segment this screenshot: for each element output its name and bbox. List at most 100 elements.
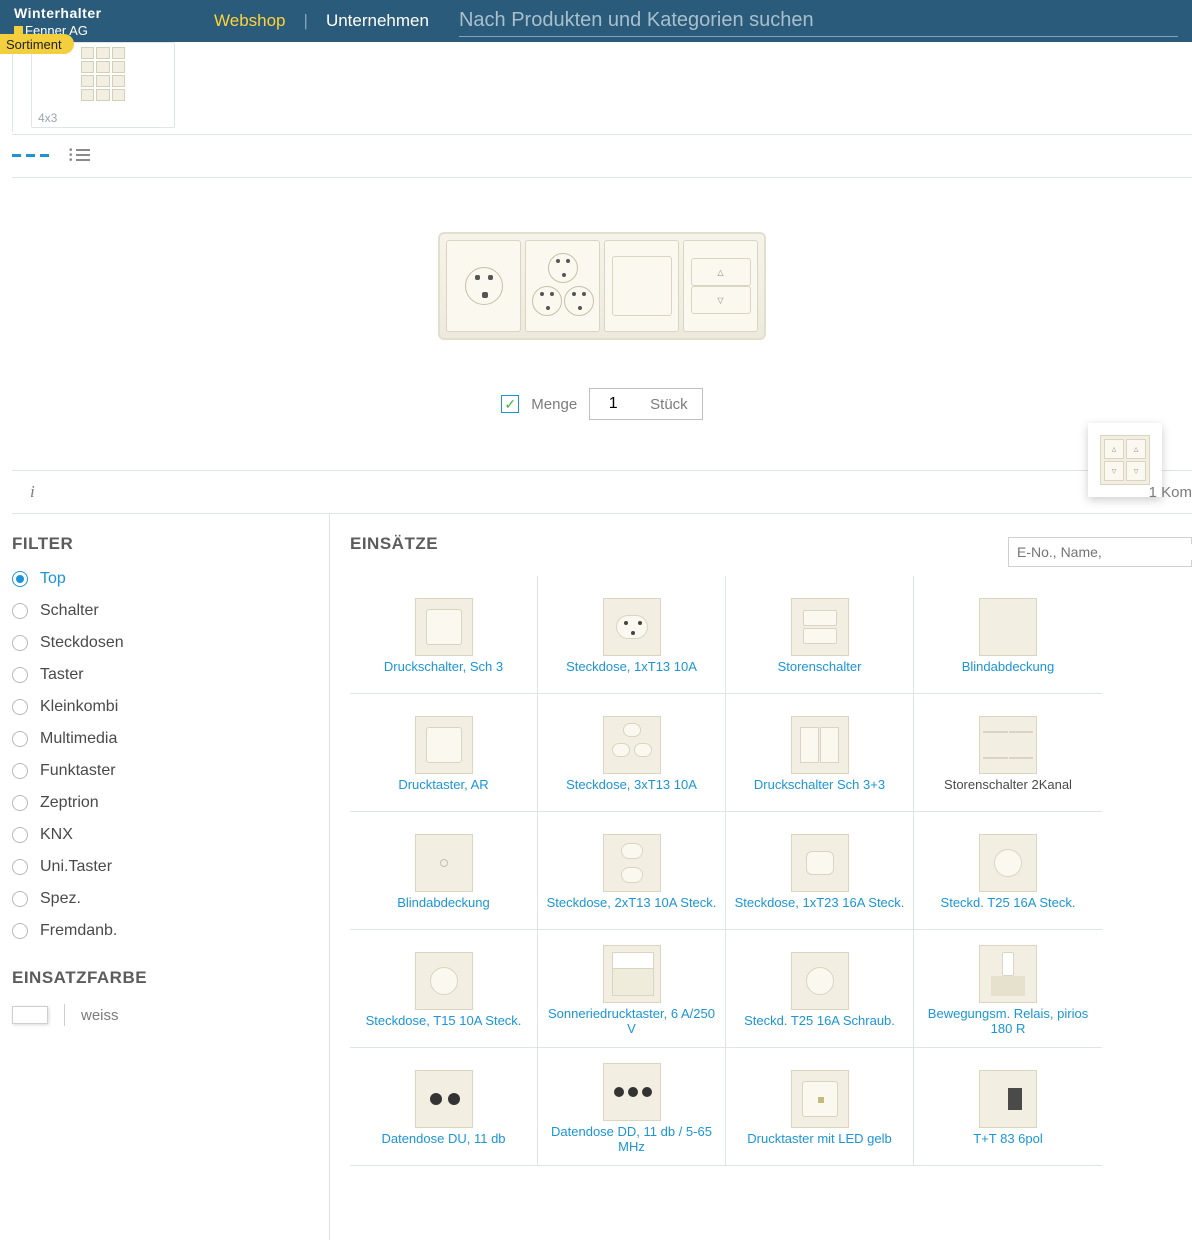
combination-preview: △▽ <box>12 186 1192 386</box>
filter-item-fremdanb-[interactable]: Fremdanb. <box>12 922 307 940</box>
slot-2[interactable] <box>525 240 600 332</box>
swatch-separator <box>64 1004 65 1026</box>
menge-bar: ✓ Menge Stück <box>12 386 1192 422</box>
filter-item-label: Taster <box>40 666 84 684</box>
filter-item-label: Schalter <box>40 602 99 620</box>
filter-options: Top Schalter Steckdosen Taster Kleinkombi Mul… <box>12 570 307 940</box>
einsatz-cell[interactable]: Blindabdeckung <box>914 576 1102 694</box>
filter-item-spez-[interactable]: Spez. <box>12 890 307 908</box>
frame-grid-icon <box>81 47 125 101</box>
einsatz-label: T+T 83 6pol <box>973 1132 1043 1147</box>
slot-3[interactable] <box>604 240 679 332</box>
filter-item-label: Uni.Taster <box>40 858 112 876</box>
einsatz-cell[interactable]: Datendose DD, 11 db / 5-65 MHz <box>538 1048 726 1166</box>
radio-dot-icon <box>12 795 28 811</box>
filter-item-label: Top <box>40 570 66 588</box>
radio-dot-icon <box>12 635 28 651</box>
einsatz-label: Sonneriedrucktaster, 6 A/250 V <box>542 1007 721 1037</box>
einsatz-cell[interactable]: Steckdose, 1xT13 10A <box>538 576 726 694</box>
top-search-input[interactable] <box>459 9 1178 32</box>
filter-item-uni-taster[interactable]: Uni.Taster <box>12 858 307 876</box>
slot-4[interactable]: △▽ <box>683 240 758 332</box>
einsatz-cell[interactable]: Storenschalter <box>726 576 914 694</box>
radio-dot-icon <box>12 571 28 587</box>
radio-dot-icon <box>12 731 28 747</box>
einsatz-label: Storenschalter <box>778 660 862 675</box>
radio-dot-icon <box>12 667 28 683</box>
einsatz-cell[interactable]: Bewegungsm. Relais, pirios 180 R <box>914 930 1102 1048</box>
einsatz-label: Steckdose, 1xT23 16A Steck. <box>735 896 905 911</box>
top-bar: Winterhalter Fenner AG Webshop | Unterne… <box>0 0 1192 42</box>
top-search[interactable] <box>459 5 1178 37</box>
info-icon[interactable]: i <box>30 482 35 502</box>
einsatz-cell[interactable]: Steckdose, T15 10A Steck. <box>350 930 538 1048</box>
einsatz-cell[interactable]: Datendose DU, 11 db <box>350 1048 538 1166</box>
frame-thumb-4x3[interactable]: 4x3 <box>31 42 175 128</box>
einsatz-cell[interactable]: T+T 83 6pol <box>914 1048 1102 1166</box>
radio-dot-icon <box>12 859 28 875</box>
radio-dot-icon <box>12 699 28 715</box>
color-label: weiss <box>81 1007 119 1024</box>
filter-item-label: Fremdanb. <box>40 922 117 940</box>
grid-view-icon[interactable] <box>12 154 49 157</box>
sortiment-tab[interactable]: Sortiment <box>0 34 74 54</box>
einsatz-label: Steckd. T25 16A Schraub. <box>744 1014 895 1029</box>
filter-item-label: Funktaster <box>40 762 116 780</box>
einsatz-label: Steckdose, T15 10A Steck. <box>366 1014 522 1029</box>
filter-item-funktaster[interactable]: Funktaster <box>12 762 307 780</box>
radio-dot-icon <box>12 891 28 907</box>
filter-item-steckdosen[interactable]: Steckdosen <box>12 634 307 652</box>
einsatz-cell[interactable]: Drucktaster, AR <box>350 694 538 812</box>
divider <box>12 134 1192 135</box>
einsatz-cell[interactable]: Steckdose, 2xT13 10A Steck. <box>538 812 726 930</box>
einsatz-cell[interactable]: Drucktaster mit LED gelb <box>726 1048 914 1166</box>
einsatz-cell[interactable]: Storenschalter 2Kanal <box>914 694 1102 812</box>
menge-label: Menge <box>531 396 577 413</box>
radio-dot-icon <box>12 827 28 843</box>
einsatz-cell[interactable]: Steckd. T25 16A Schraub. <box>726 930 914 1048</box>
color-row: weiss <box>12 1004 307 1026</box>
color-heading: EINSATZFARBE <box>12 968 307 988</box>
einsaetze-panel: EINSÄTZE Druckschalter, Sch 3Steckdose, … <box>330 514 1192 1240</box>
einsatz-cell[interactable]: Steckdose, 1xT23 16A Steck. <box>726 812 914 930</box>
filter-item-schalter[interactable]: Schalter <box>12 602 307 620</box>
filter-item-top[interactable]: Top <box>12 570 307 588</box>
menge-input[interactable] <box>590 389 636 419</box>
einsatz-label: Blindabdeckung <box>962 660 1055 675</box>
frame-thumbnails: 4x3 <box>12 42 1192 132</box>
nav-unternehmen[interactable]: Unternehmen <box>326 11 429 31</box>
einsatz-label: Bewegungsm. Relais, pirios 180 R <box>918 1007 1098 1037</box>
einsatz-cell[interactable]: Blindabdeckung <box>350 812 538 930</box>
einsatz-label: Blindabdeckung <box>397 896 490 911</box>
radio-dot-icon <box>12 923 28 939</box>
einsatz-cell[interactable]: Druckschalter Sch 3+3 <box>726 694 914 812</box>
einsatz-cell[interactable]: Steckd. T25 16A Steck. <box>914 812 1102 930</box>
einsatz-cell[interactable]: Sonneriedrucktaster, 6 A/250 V <box>538 930 726 1048</box>
logo[interactable]: Winterhalter Fenner AG <box>14 4 184 38</box>
einsaetze-search[interactable] <box>1008 537 1192 567</box>
filter-item-multimedia[interactable]: Multimedia <box>12 730 307 748</box>
filter-item-zeptrion[interactable]: Zeptrion <box>12 794 307 812</box>
einsatz-label: Steckdose, 2xT13 10A Steck. <box>547 896 717 911</box>
filter-item-knx[interactable]: KNX <box>12 826 307 844</box>
nav-webshop[interactable]: Webshop <box>214 11 286 31</box>
einsatz-label: Steckdose, 3xT13 10A <box>566 778 697 793</box>
einsatz-label: Storenschalter 2Kanal <box>944 778 1072 793</box>
menge-check-icon[interactable]: ✓ <box>501 395 519 413</box>
filter-item-label: KNX <box>40 826 73 844</box>
einsatz-cell[interactable]: Steckdose, 3xT13 10A <box>538 694 726 812</box>
list-view-icon[interactable] <box>69 149 90 162</box>
info-bar: i △△▽▽ 1 Kom <box>12 470 1192 514</box>
einsaetze-search-input[interactable] <box>1017 544 1192 560</box>
filter-item-label: Spez. <box>40 890 81 908</box>
plate[interactable]: △▽ <box>438 232 766 340</box>
einsatz-cell[interactable]: Druckschalter, Sch 3 <box>350 576 538 694</box>
filter-item-label: Multimedia <box>40 730 117 748</box>
filter-item-kleinkombi[interactable]: Kleinkombi <box>12 698 307 716</box>
logo-line1: Winterhalter <box>14 5 184 21</box>
menge-unit: Stück <box>636 396 702 413</box>
filter-item-taster[interactable]: Taster <box>12 666 307 684</box>
slot-1[interactable] <box>446 240 521 332</box>
einsatz-label: Datendose DD, 11 db / 5-65 MHz <box>542 1125 721 1155</box>
color-swatch[interactable] <box>12 1006 48 1024</box>
